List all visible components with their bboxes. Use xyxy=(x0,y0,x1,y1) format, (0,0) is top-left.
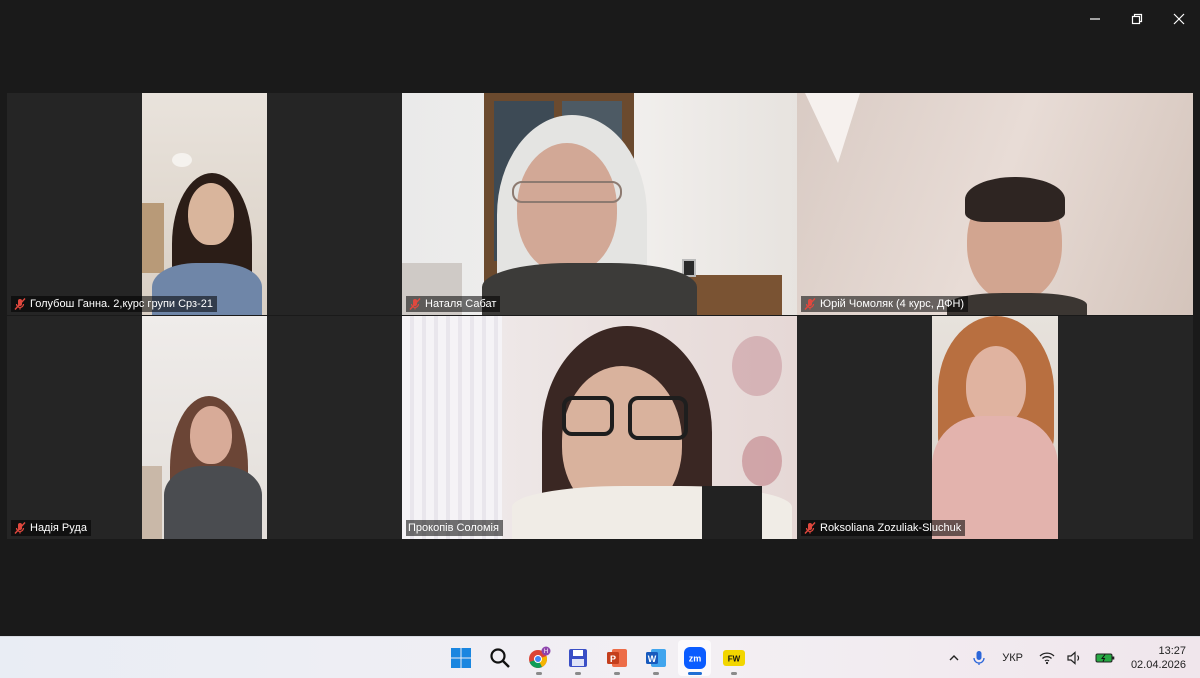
video-tile[interactable]: Наталя Сабат xyxy=(402,93,797,315)
mic-muted-icon xyxy=(14,522,26,534)
powerpoint-button[interactable]: P xyxy=(600,640,633,676)
clock-time: 13:27 xyxy=(1158,645,1186,657)
start-button[interactable] xyxy=(444,640,477,676)
speaker-icon xyxy=(1067,651,1080,665)
participant-name-tag: Надія Руда xyxy=(11,520,91,536)
battery-button[interactable] xyxy=(1089,637,1121,678)
participant-name-tag: Юрій Чомоляк (4 курс, ДФН) xyxy=(801,296,969,312)
show-hidden-icons-button[interactable] xyxy=(942,637,966,678)
zoom-button[interactable]: zm xyxy=(678,640,711,676)
word-button[interactable]: W xyxy=(639,640,672,676)
svg-text:W: W xyxy=(647,654,656,664)
participant-name: Roksoliana Zozuliak-Sluchuk xyxy=(820,522,962,534)
participant-name: Голубош Ганна. 2,курс групи Срз-21 xyxy=(30,298,213,310)
participant-name: Наталя Сабат xyxy=(425,298,497,310)
video-tile[interactable]: Roksoliana Zozuliak-Sluchuk xyxy=(797,316,1193,539)
zoom-label: zm xyxy=(688,654,701,664)
participant-name: Надія Руда xyxy=(30,522,87,534)
taskbar-apps: H P W zm FW xyxy=(444,637,750,678)
participant-video xyxy=(932,316,1058,539)
restore-icon xyxy=(1131,13,1143,25)
video-gallery: Голубош Ганна. 2,курс групи Срз-21 Натал… xyxy=(7,93,1193,539)
language-indicator[interactable]: УКР xyxy=(992,637,1033,678)
svg-text:P: P xyxy=(609,654,615,664)
participant-name-tag: Roksoliana Zozuliak-Sluchuk xyxy=(801,520,966,536)
mic-muted-icon xyxy=(409,298,421,310)
microphone-icon xyxy=(973,651,985,665)
powerpoint-icon: P xyxy=(606,649,627,667)
close-icon xyxy=(1173,13,1185,25)
chrome-icon: H xyxy=(528,646,550,668)
participant-name-tag: Наталя Сабат xyxy=(406,296,501,312)
chrome-badge: H xyxy=(543,649,547,655)
mic-muted-icon xyxy=(804,298,816,310)
save-icon xyxy=(568,649,587,667)
fw-label: FW xyxy=(727,655,740,664)
microphone-button[interactable] xyxy=(966,637,992,678)
system-tray: УКР 13:27 02.04.2026 xyxy=(942,637,1200,678)
participant-video xyxy=(142,93,267,315)
participant-name-tag: Прокопів Соломія xyxy=(406,520,503,536)
minimize-button[interactable] xyxy=(1074,0,1116,38)
battery-charging-icon xyxy=(1095,653,1115,663)
taskbar: H P W zm FW УКР 13:27 02.04.2026 xyxy=(0,636,1200,678)
save-button[interactable] xyxy=(561,640,594,676)
fw-button[interactable]: FW xyxy=(717,640,750,676)
word-icon: W xyxy=(645,649,666,667)
clock-date: 02.04.2026 xyxy=(1130,659,1186,671)
wifi-icon xyxy=(1039,652,1055,665)
participant-video xyxy=(797,93,1193,315)
participant-name: Прокопів Соломія xyxy=(408,522,499,534)
participant-name: Юрій Чомоляк (4 курс, ДФН) xyxy=(820,298,965,310)
zoom-icon: zm xyxy=(683,647,706,669)
search-icon xyxy=(489,648,510,668)
windows-start-icon xyxy=(450,648,471,668)
video-tile[interactable]: Голубош Ганна. 2,курс групи Срз-21 xyxy=(7,93,402,315)
minimize-icon xyxy=(1090,18,1100,20)
fw-icon: FW xyxy=(722,650,745,666)
chrome-button[interactable]: H xyxy=(522,640,555,676)
window-controls xyxy=(1074,0,1200,38)
participant-video xyxy=(402,93,797,315)
network-button[interactable] xyxy=(1033,637,1061,678)
video-tile-active-speaker[interactable]: Прокопів Соломія xyxy=(402,316,797,539)
participant-name-tag: Голубош Ганна. 2,курс групи Срз-21 xyxy=(11,296,217,312)
participant-video xyxy=(142,316,267,539)
mic-muted-icon xyxy=(14,298,26,310)
chevron-up-icon xyxy=(949,655,959,661)
close-button[interactable] xyxy=(1158,0,1200,38)
video-tile[interactable]: Надія Руда xyxy=(7,316,402,539)
participant-video xyxy=(402,316,797,539)
clock[interactable]: 13:27 02.04.2026 xyxy=(1121,644,1200,672)
video-tile[interactable]: Юрій Чомоляк (4 курс, ДФН) xyxy=(797,93,1193,315)
volume-button[interactable] xyxy=(1061,637,1089,678)
restore-button[interactable] xyxy=(1116,0,1158,38)
mic-muted-icon xyxy=(804,522,816,534)
search-button[interactable] xyxy=(483,640,516,676)
